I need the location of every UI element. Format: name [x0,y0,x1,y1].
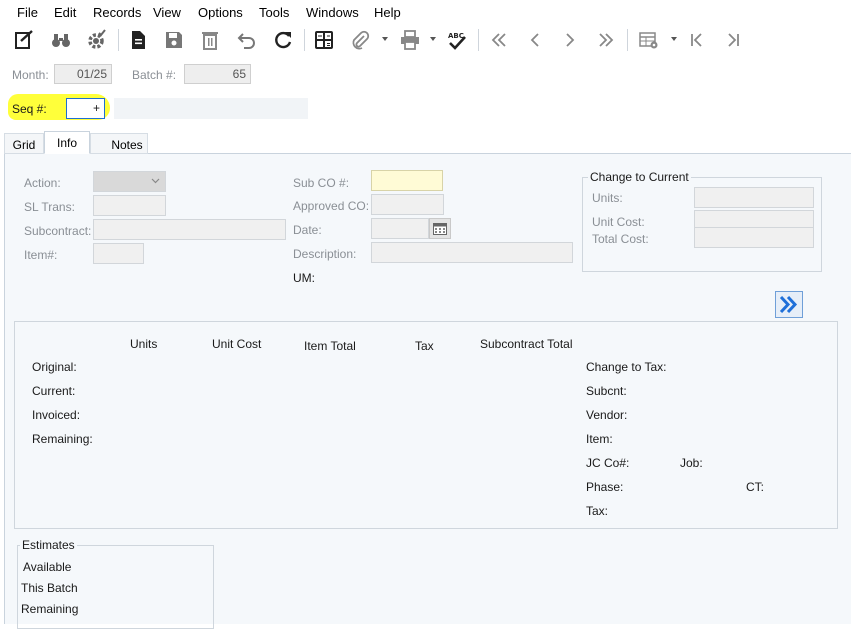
print-dropdown-icon[interactable] [430,37,436,41]
document-icon[interactable] [125,27,151,53]
menu-help[interactable]: Help [374,5,401,20]
seq-input[interactable]: + [66,98,105,119]
month-label: Month: [12,68,49,82]
month-field[interactable]: 01/25 [54,64,112,84]
grid-settings-icon[interactable] [636,27,662,53]
estimates-available: Available [23,560,72,574]
menu-edit[interactable]: Edit [54,5,76,20]
menu-windows[interactable]: Windows [306,5,359,20]
toolbar: ABC [0,25,851,57]
job-label: Job: [680,456,703,470]
change-to-current-title: Change to Current [588,170,691,184]
row-invoiced: Invoiced: [32,408,81,422]
first-record-icon[interactable] [486,27,512,53]
batch-field[interactable]: 65 [184,64,251,84]
row-current: Current: [32,384,76,398]
menu-options[interactable]: Options [198,5,243,20]
estimates-title: Estimates [20,538,77,552]
row-original: Original: [32,360,77,374]
menu-view[interactable]: View [153,5,181,20]
ctc-units-field[interactable] [694,187,814,208]
sl-trans-label: SL Trans: [24,200,75,214]
last-page-icon[interactable] [720,27,746,53]
last-record-icon[interactable] [593,27,619,53]
seq-label: Seq #: [12,102,47,116]
binoculars-icon[interactable] [48,27,74,53]
first-page-icon[interactable] [684,27,710,53]
menu-tools[interactable]: Tools [259,5,289,20]
subcontract-label: Subcontract: [24,224,92,238]
attachment-icon[interactable] [347,27,373,53]
undo-icon[interactable] [233,27,259,53]
approved-co-label: Approved CO: [293,199,370,213]
col-unit-cost: Unit Cost [212,337,262,351]
save-icon[interactable] [161,27,187,53]
forward-button[interactable] [775,291,803,318]
menu-records[interactable]: Records [93,5,141,20]
jc-co-label: JC Co#: [586,456,630,470]
subcnt-label: Subcnt: [586,384,627,398]
row-remaining: Remaining: [32,432,93,446]
tab-grid[interactable]: Grid [4,133,44,154]
col-item-total: Item Total [304,339,356,353]
action-select[interactable] [93,171,166,192]
sub-co-label: Sub CO #: [293,176,350,190]
svg-text:ABC: ABC [448,32,464,40]
batch-label: Batch #: [132,68,177,82]
edit-notes-icon[interactable] [11,27,37,53]
calculator-icon[interactable] [311,27,337,53]
double-chevron-right-icon [779,295,798,314]
ctc-units-label: Units: [592,191,623,205]
vendor-label: Vendor: [586,408,628,422]
date-label: Date: [293,223,322,237]
tax-detail-label: Tax: [586,504,609,518]
attachment-dropdown-icon[interactable] [382,37,388,41]
tab-info[interactable]: Info [44,131,90,154]
sub-co-field[interactable] [371,170,443,191]
ctc-total-cost-field[interactable] [694,227,814,248]
grid-settings-dropdown-icon[interactable] [671,37,677,41]
delete-icon[interactable] [197,27,223,53]
item-detail-label: Item: [586,432,613,446]
phase-label: Phase: [586,480,624,494]
toolbar-separator [118,29,119,51]
col-tax: Tax [415,339,434,353]
gear-check-icon[interactable] [83,27,109,53]
approved-co-field[interactable] [371,194,444,215]
item-label: Item#: [24,248,58,262]
seq-description-field [114,98,308,119]
description-field[interactable] [371,242,573,263]
previous-record-icon[interactable] [522,27,548,53]
next-record-icon[interactable] [557,27,583,53]
toolbar-separator [627,29,628,51]
print-icon[interactable] [397,27,423,53]
description-label: Description: [293,247,357,261]
item-field[interactable] [93,243,144,264]
menu-bar: File Edit Records View Options Tools Win… [0,0,851,24]
calendar-icon[interactable] [429,218,451,239]
action-label: Action: [24,176,61,190]
ctc-total-cost-label: Total Cost: [592,232,649,246]
sl-trans-field[interactable] [93,195,166,216]
toolbar-separator [478,29,479,51]
date-field[interactable] [371,218,429,239]
menu-file[interactable]: File [17,5,38,20]
refresh-icon[interactable] [270,27,296,53]
spellcheck-icon[interactable]: ABC [444,27,470,53]
estimates-remaining: Remaining [21,602,79,616]
ctc-unit-cost-label: Unit Cost: [592,215,645,229]
um-label: UM: [293,271,315,285]
estimates-this-batch: This Batch [21,581,78,595]
subcontract-field[interactable] [93,219,286,240]
toolbar-separator [304,29,305,51]
ct-label: CT: [746,480,764,494]
chevron-down-icon [151,178,160,184]
col-subcontract-total: Subcontract Total [480,337,573,351]
col-units: Units [130,337,158,351]
change-to-tax-label: Change to Tax: [586,360,667,374]
tab-notes[interactable]: Notes [90,133,148,154]
